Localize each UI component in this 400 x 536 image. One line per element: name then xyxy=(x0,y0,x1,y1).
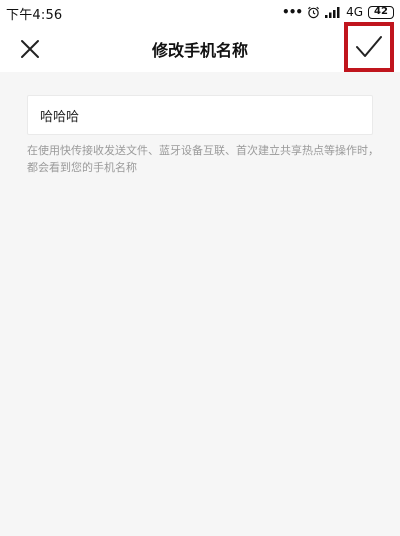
status-icons: ••• 4G 42 xyxy=(282,3,394,21)
checkmark-icon xyxy=(356,36,382,57)
nav-bar: 修改手机名称 xyxy=(0,26,400,72)
phone-name-input[interactable] xyxy=(27,95,373,135)
hint-text: 在使用快传接收发送文件、蓝牙设备互联、首次建立共享热点等操作时，都会看到您的手机… xyxy=(27,144,379,174)
confirm-button[interactable] xyxy=(344,22,394,72)
notification-dots: ••• xyxy=(282,5,303,19)
page-title: 修改手机名称 xyxy=(151,41,248,60)
status-bar: 下午4:56 ••• 4G 42 xyxy=(0,0,400,26)
signal-icon xyxy=(325,7,340,18)
content-area: 在使用快传接收发送文件、蓝牙设备互联、首次建立共享热点等操作时，都会看到您的手机… xyxy=(0,72,400,536)
screen: 下午4:56 ••• 4G 42 修改手机名称 哈哈哈 在使用快传接收发送文件、… xyxy=(0,0,400,536)
network-type: 4G xyxy=(346,5,363,19)
status-time: 下午4:56 xyxy=(6,8,63,23)
battery-icon: 42 xyxy=(368,5,394,19)
alarm-clock-icon xyxy=(308,6,320,18)
battery-level: 42 xyxy=(374,6,388,17)
